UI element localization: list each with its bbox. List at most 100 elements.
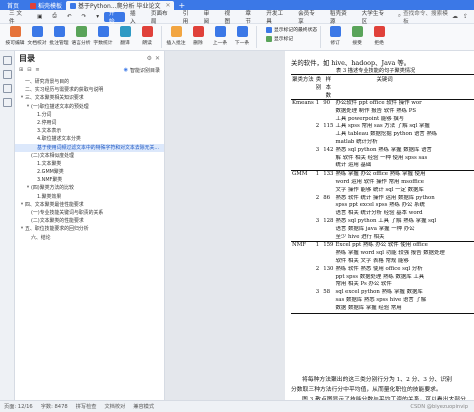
- ribbon-button-comments[interactable]: 批注管理: [48, 26, 70, 46]
- ribbon-button-wordcount[interactable]: 字数统计: [92, 26, 114, 46]
- toc-item[interactable]: 1.文本聚类: [15, 160, 164, 168]
- toc-item[interactable]: ▾ 四、文本聚类最佳性能要求: [15, 201, 164, 209]
- table-row: 2 115 工具 spss 常用 sas 方法 了解 sql 掌握 工具 tablea…: [291, 123, 474, 146]
- toc-item[interactable]: 1.聚类效果: [15, 193, 164, 201]
- menu-section[interactable]: 章节: [240, 11, 261, 25]
- toc-item[interactable]: 一、研究背景与目的: [15, 78, 164, 86]
- proof-check[interactable]: 文档校对: [104, 403, 125, 410]
- toc-header: 目录 ⚙ ✕: [15, 51, 164, 65]
- menu-docer[interactable]: 稻壳资源: [325, 11, 357, 25]
- ribbon-button-delete[interactable]: 删除: [187, 26, 209, 46]
- toc-item[interactable]: 基于使用词频过滤文本中的特殊字符和对文本去除无关...: [15, 143, 164, 152]
- toc-icon[interactable]: [3, 56, 12, 65]
- ribbon-button-translate[interactable]: 翻译: [114, 26, 136, 46]
- arrow-down-icon: [236, 26, 248, 37]
- table-row: GMM 1 133 熟练 掌握 办公 office 熟练 掌握 使用 word 运用 软…: [291, 170, 474, 195]
- toc-item[interactable]: 3.文本表示: [15, 127, 164, 135]
- toc-item[interactable]: ▾ 五、职位技能要求的回归分析: [15, 225, 164, 233]
- speaker-icon: [141, 26, 153, 37]
- table-row: Kmeans 1 90 办公软件 ppt office 软件 操作 wor 数据处理 制…: [291, 99, 474, 124]
- toc-item[interactable]: 二、实习经历与需要求的获取与说明: [15, 86, 164, 94]
- cell-class: 1: [315, 242, 320, 249]
- toc-item[interactable]: 六、结论: [15, 234, 164, 242]
- more-icon[interactable]: ▾: [91, 12, 104, 22]
- keyword-line: 熟悉 sql python 熟练 掌握 数据库 语言: [335, 146, 432, 153]
- ribbon-button-language[interactable]: 语言分析: [70, 26, 92, 46]
- smart-toc-button[interactable]: ◉ 智能识别目录: [124, 67, 160, 74]
- keyword-line: 熟练 掌握 word sql 功能 较强 报告 数据处理: [335, 250, 445, 257]
- toc-item[interactable]: ▾ 三、文本聚类相关知识要求: [15, 94, 164, 102]
- settings-icon[interactable]: ⚙: [147, 55, 152, 62]
- menu-home[interactable]: 开始: [104, 11, 125, 25]
- cell-count: 128: [323, 217, 334, 224]
- toc-item-label: 1.聚类效果: [37, 193, 62, 200]
- keyword-line: 语言 数据库 java 掌握 一种 办公: [335, 225, 415, 232]
- page-indicator[interactable]: 页面: 12/16: [4, 403, 33, 410]
- cell-class: 2: [315, 123, 320, 130]
- expand-icon[interactable]: ⊞: [19, 67, 23, 73]
- header-keywords: 关键词: [334, 75, 474, 100]
- toc-panel: 目录 ⚙ ✕ ⊞ ⊟ ≡ ◉ 智能识别目录 一、研究背景与目的 二、实习经历与需要…: [15, 51, 165, 400]
- ribbon-label: 下一条: [234, 41, 250, 46]
- tab-template[interactable]: 稻壳模板: [26, 1, 66, 10]
- toc-item[interactable]: 2.停用词: [15, 119, 164, 127]
- ribbon-button-read[interactable]: 朗读: [136, 26, 158, 46]
- toc-item[interactable]: ▾ (一)职位描述文本的预处理: [15, 103, 164, 111]
- ribbon-label: 接受: [352, 41, 362, 46]
- command-search[interactable]: ⌕ 查找命令、搜索模板: [398, 9, 452, 25]
- ribbon-button-next[interactable]: 下一条: [231, 26, 253, 46]
- menu-view[interactable]: 视图: [219, 11, 240, 25]
- undo-icon[interactable]: ↶: [62, 12, 77, 22]
- toc-item[interactable]: 3.NMF聚类: [15, 176, 164, 184]
- toc-item[interactable]: 1.分词: [15, 111, 164, 119]
- toc-item[interactable]: (一)专业技能关键词与职责的关系: [15, 209, 164, 217]
- ribbon-button-accept[interactable]: 接受: [346, 26, 368, 46]
- ribbon-button-revise[interactable]: 修订: [324, 26, 346, 46]
- status-bar: 页面: 12/16 字数: 8478 拼写检查 文档校对 兼容模式 CSDN @…: [0, 400, 474, 412]
- collapse-icon[interactable]: ⊟: [27, 67, 31, 73]
- toc-item-label: 三、文本聚类相关知识要求: [25, 95, 84, 102]
- menu-vip[interactable]: 会员专享: [293, 11, 325, 25]
- markup-state-select[interactable]: 显示标记的最终状态: [266, 26, 317, 33]
- spell-check[interactable]: 拼写检查: [76, 403, 97, 410]
- word-count[interactable]: 字数: 8478: [41, 403, 68, 410]
- menu-devtools[interactable]: 开发工具: [261, 11, 293, 25]
- level-icon[interactable]: ≡: [35, 67, 39, 73]
- menu-student[interactable]: 大学生专区: [357, 11, 394, 25]
- ribbon-button-edit[interactable]: 按可编辑: [4, 26, 26, 46]
- cell-method: [291, 218, 315, 242]
- bookmark-icon[interactable]: [3, 70, 12, 79]
- check-icon: [351, 26, 363, 37]
- keyword-line: matlab 统计分析: [335, 138, 378, 145]
- navigation-strip: [0, 51, 15, 400]
- toc-item-label: 六、结论: [31, 234, 51, 241]
- ribbon-button-insert-comment[interactable]: 插入批注: [165, 26, 187, 46]
- cloud-icon[interactable]: ☁: [452, 13, 458, 20]
- toc-item[interactable]: (二)文本聚类的性能要求: [15, 217, 164, 225]
- ribbon-button-proofread[interactable]: 文档校对: [26, 26, 48, 46]
- keyword-line: word 运用 软件 操作 常用 msoffice: [335, 178, 424, 185]
- toc-item[interactable]: ▾ (四)聚类方法的比较: [15, 184, 164, 192]
- toc-item[interactable]: 2.GMM聚类: [15, 168, 164, 176]
- tab-label: 稻壳模板: [38, 3, 63, 10]
- ribbon-button-reject[interactable]: 拒绝: [368, 26, 390, 46]
- toc-item[interactable]: 4.职位描述文本分类: [15, 135, 164, 143]
- save-icon[interactable]: ▣: [32, 12, 47, 22]
- ribbon-button-prev[interactable]: 上一条: [209, 26, 231, 46]
- find-icon[interactable]: [3, 98, 12, 107]
- menu-review[interactable]: 审阅: [199, 11, 220, 25]
- ribbon-label: 按可编辑: [5, 41, 25, 46]
- share-icon[interactable]: ⇪: [463, 13, 468, 20]
- ribbon-label: 字数统计: [93, 41, 113, 46]
- menu-file[interactable]: 三 文件: [4, 11, 32, 25]
- show-markup-select[interactable]: 显示标记: [266, 35, 317, 42]
- print-icon[interactable]: ⎙: [47, 12, 61, 22]
- thumbnail-icon[interactable]: [3, 84, 12, 93]
- redo-icon[interactable]: ↷: [77, 12, 92, 22]
- menu-layout[interactable]: 页面布局: [146, 11, 178, 25]
- menu-insert[interactable]: 插入: [125, 11, 146, 25]
- menu-reference[interactable]: 引用: [178, 11, 199, 25]
- keyword-line: 工具 spss 常用 sas 方法 了解 sql 掌握: [335, 123, 430, 130]
- toc-item[interactable]: (二)文本相似度处理: [15, 152, 164, 160]
- close-icon[interactable]: ✕: [155, 55, 160, 62]
